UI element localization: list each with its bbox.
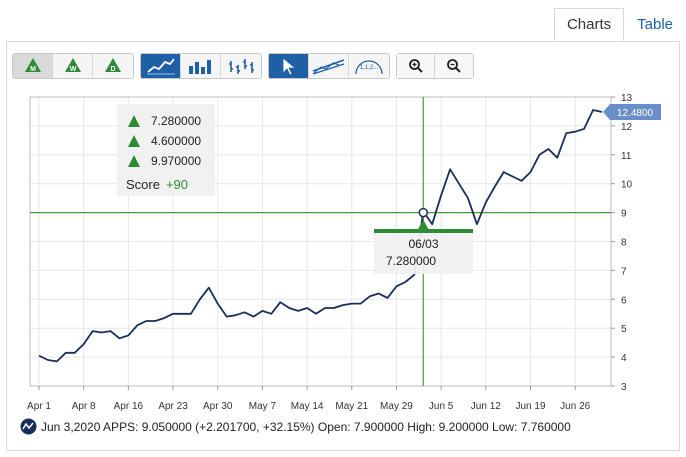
tooltip-weekly-value: 4.600000 [151,134,202,148]
tooltip-row-daily: 9.970000 [127,153,201,169]
crosshair-date: 06/03 [408,237,439,251]
x-tick-label: Apr 23 [158,401,188,412]
crosshair-point [418,207,429,218]
price-chart[interactable]: 3 4 5 6 7 8 9 10 11 12 13 Apr 1 Apr 8 Apr 16 Apr 23 Apr… [0,0,686,457]
y-tick-label: 10 [621,180,633,191]
tooltip-monthly-value: 7.280000 [151,114,202,128]
line-series-icon [20,418,37,435]
y-tick-label: 3 [621,382,627,393]
crosshair-label: 06/03 7.280000 [374,229,473,274]
y-tick-label: 12 [621,122,633,133]
x-tick-label: Apr 1 [27,401,51,412]
y-tick-label: 4 [621,353,627,364]
x-tick-label: May 7 [249,401,277,412]
y-tick-label: 11 [621,151,632,162]
monthly-rating-icon [128,115,140,127]
quote-text: Jun 3,2020 APPS: 9.050000 (+2.201700, +3… [41,419,571,434]
last-price-label: 12.4800 [617,108,654,119]
x-tick-label: Apr 30 [203,401,233,412]
daily-rating-icon [128,155,140,167]
score-value: +90 [165,177,189,192]
tooltip-score: Score +90 [126,177,188,192]
score-tooltip: 7.280000 4.600000 9.970000 Score +90 [117,104,215,196]
x-tick-label: Jun 19 [515,401,545,412]
x-tick-label: May 29 [380,401,413,412]
x-tick-label: Jun 12 [471,401,501,412]
quote-footer: Jun 3,2020 APPS: 9.050000 (+2.201700, +3… [20,418,571,435]
tooltip-daily-value: 9.970000 [151,154,202,168]
y-tick-label: 13 [621,93,633,104]
x-tick-label: Apr 8 [72,401,96,412]
y-tick-label: 6 [621,295,627,306]
crosshair-value: 7.280000 [386,254,437,268]
y-tick-label: 9 [621,209,627,220]
y-tick-label: 5 [621,324,627,335]
x-tick-label: May 14 [291,401,324,412]
tooltip-row-monthly: 7.280000 [127,113,201,129]
score-label: Score [126,177,160,192]
x-tick-label: Jun 26 [560,401,590,412]
y-tick-label: 8 [621,238,627,249]
y-tick-label: 7 [621,266,627,277]
x-tick-label: Apr 16 [114,401,144,412]
x-tick-label: May 21 [335,401,368,412]
x-tick-label: Jun 5 [429,401,454,412]
tooltip-row-weekly: 4.600000 [127,133,201,149]
weekly-rating-icon [128,135,140,147]
